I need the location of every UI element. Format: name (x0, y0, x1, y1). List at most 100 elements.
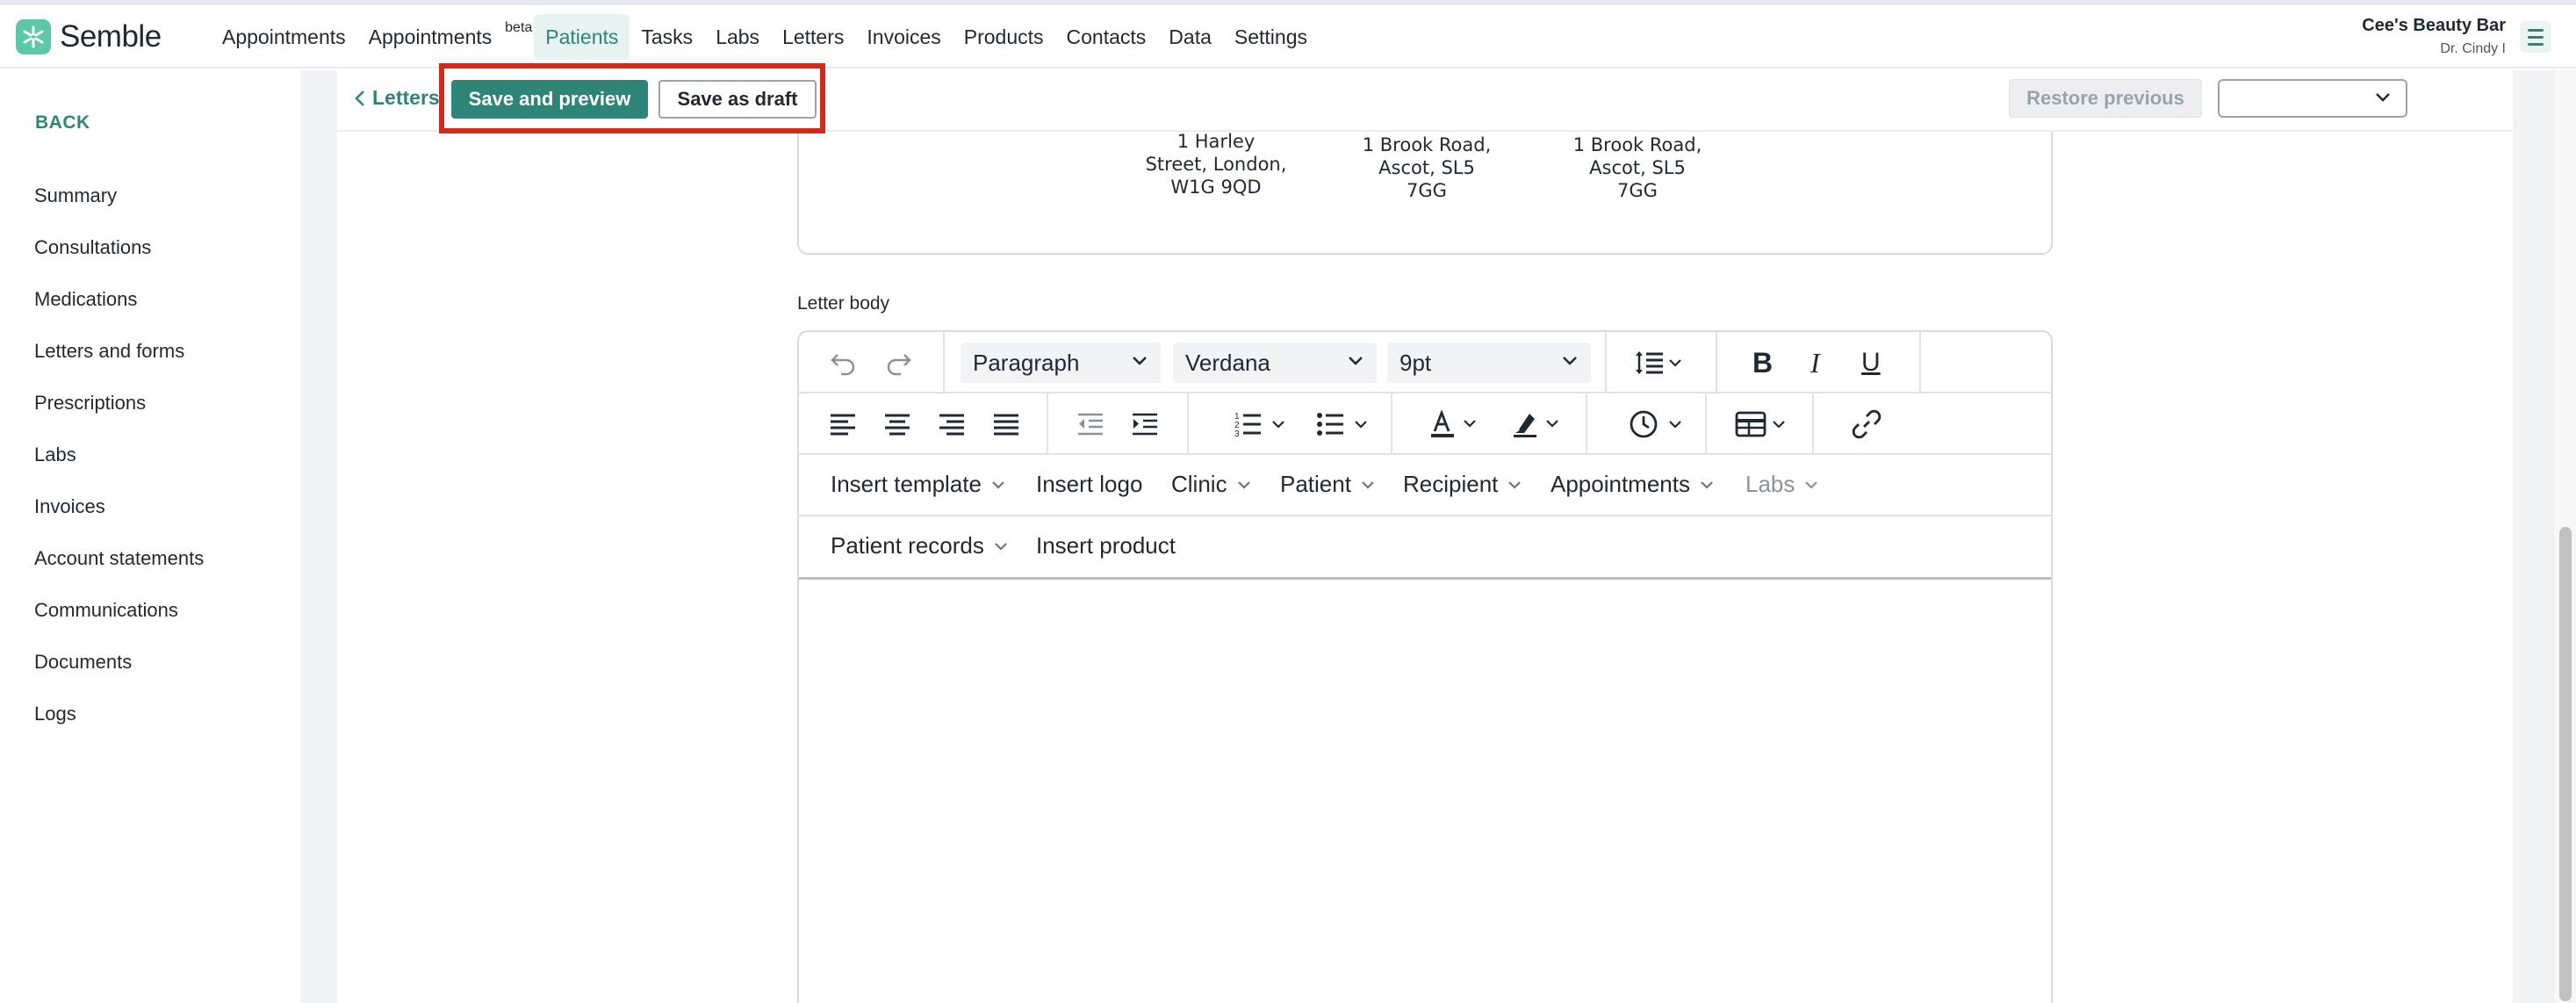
text-color-icon[interactable] (1429, 408, 1486, 440)
font-size-select[interactable]: 9pt (1387, 343, 1591, 383)
nav-invoices[interactable]: Invoices (855, 14, 952, 60)
patient-address: 1 Brook Road, Ascot, SL5 7GG (1362, 134, 1492, 201)
back-link[interactable]: BACK (35, 112, 90, 133)
save-as-draft-button[interactable]: Save as draft (658, 80, 817, 119)
insert-logo-button[interactable]: Insert logo (1036, 471, 1142, 498)
clinic-menu[interactable]: Clinic (1171, 471, 1252, 498)
indent-icon[interactable] (1131, 408, 1159, 440)
chevron-down-icon (995, 542, 1007, 551)
recipient-label: Recipient (1403, 471, 1499, 497)
insert-product-label: Insert product (1036, 532, 1176, 559)
sidebar-item-medications[interactable]: Medications (34, 286, 204, 338)
chevron-down-icon (1508, 480, 1522, 489)
nav-appointments-beta[interactable]: Appointments beta (357, 14, 535, 60)
appointments-label: Appointments (1551, 471, 1690, 497)
table-icon[interactable] (1735, 408, 1796, 440)
sender-address: 1 Harley Street, London, W1G 9QD (1145, 131, 1287, 198)
bold-icon[interactable]: B (1752, 347, 1773, 379)
sidebar-item-labs[interactable]: Labs (34, 442, 204, 494)
patient-menu[interactable]: Patient (1280, 471, 1376, 498)
nav-settings[interactable]: Settings (1223, 14, 1319, 60)
nav-labs[interactable]: Labs (704, 14, 771, 60)
editor-toolbar-row-2: 123 (799, 393, 2051, 455)
insert-product-button[interactable]: Insert product (1036, 532, 1176, 559)
block-format-value: Paragraph (973, 350, 1080, 376)
appointments-menu[interactable]: Appointments (1551, 471, 1715, 498)
patient-label: Patient (1280, 471, 1351, 497)
editor-toolbar-row-1: Paragraph Verdana 9pt B I U (799, 332, 2051, 393)
letter-body-content[interactable] (799, 580, 2051, 1003)
outdent-icon[interactable] (1076, 408, 1105, 440)
undo-icon[interactable] (829, 347, 859, 379)
letter-toolbar: Letters Save and preview Save as draft R… (337, 63, 2513, 133)
align-left-icon[interactable] (831, 408, 857, 440)
bullet-list-icon[interactable] (1317, 408, 1373, 440)
align-right-icon[interactable] (939, 408, 966, 440)
highlight-color-icon[interactable] (1512, 408, 1568, 440)
hamburger-menu-icon[interactable] (2520, 21, 2551, 53)
clinic-label: Clinic (1171, 471, 1227, 497)
nav-patients[interactable]: Patients (534, 14, 630, 60)
save-and-preview-button[interactable]: Save and preview (451, 80, 648, 119)
letters-back-label: Letters (372, 86, 440, 109)
align-justify-icon[interactable] (994, 408, 1020, 440)
version-select[interactable] (2218, 79, 2407, 118)
nav-data[interactable]: Data (1157, 14, 1223, 60)
letter-header-card: 1 Harley Street, London, W1G 9QD 1 Brook… (797, 123, 2053, 255)
nav-products[interactable]: Products (953, 14, 1055, 60)
labs-label: Labs (1745, 471, 1795, 497)
insert-menu-row-1: Insert template Insert logo Clinic Patie… (799, 455, 2051, 516)
chevron-left-icon (355, 90, 364, 106)
sidebar-item-logs[interactable]: Logs (34, 701, 204, 753)
chevron-down-icon (1563, 357, 1577, 365)
nav-letters[interactable]: Letters (771, 14, 855, 60)
chevron-down-icon (992, 480, 1004, 489)
beta-badge: beta (505, 20, 533, 35)
account-user: Dr. Cindy I (2440, 41, 2506, 56)
nav-tasks[interactable]: Tasks (630, 14, 704, 60)
patient-sidebar: BACK Summary Consultations Medications L… (0, 70, 300, 1003)
sidebar-item-prescriptions[interactable]: Prescriptions (34, 390, 204, 442)
link-icon[interactable] (1851, 408, 1882, 440)
chevron-down-icon (1701, 480, 1713, 489)
labs-menu[interactable]: Labs (1745, 471, 1819, 498)
brand-name: Semble (60, 19, 162, 54)
main-nav: Appointments Appointments beta Patients … (211, 5, 1319, 69)
insert-template-menu[interactable]: Insert template (831, 471, 1006, 498)
recipient-menu[interactable]: Recipient (1403, 471, 1522, 498)
insert-menu-row-2: Patient records Insert product (799, 516, 2051, 580)
font-family-select[interactable]: Verdana (1173, 343, 1377, 383)
clock-icon[interactable] (1630, 408, 1691, 440)
patient-records-menu[interactable]: Patient records (831, 532, 1009, 559)
page-scrollbar[interactable] (2553, 70, 2576, 1003)
italic-icon[interactable]: I (1810, 347, 1820, 379)
account-info[interactable]: Cee's Beauty Bar Dr. Cindy I (2362, 16, 2506, 57)
rich-text-editor: Paragraph Verdana 9pt B I U 1 2 3 Insert… (797, 330, 2053, 1003)
letters-back-link[interactable]: Letters (355, 86, 440, 110)
sidebar-item-summary[interactable]: Summary (34, 183, 204, 235)
underline-icon[interactable]: U (1861, 347, 1881, 379)
sidebar-item-letters-and-forms[interactable]: Letters and forms (34, 338, 204, 390)
chevron-down-icon (1349, 357, 1363, 365)
block-format-select[interactable]: Paragraph (961, 343, 1161, 383)
redo-icon[interactable] (883, 347, 913, 379)
nav-contacts[interactable]: Contacts (1055, 14, 1158, 60)
sidebar-item-documents[interactable]: Documents (34, 649, 204, 701)
line-height-icon[interactable] (1633, 347, 1686, 379)
insert-template-label: Insert template (831, 471, 982, 497)
sidebar-item-communications[interactable]: Communications (34, 597, 204, 649)
brand-logo[interactable]: Semble (16, 19, 162, 54)
scrollbar-thumb[interactable] (2559, 527, 2572, 1001)
sidebar-item-account-statements[interactable]: Account statements (34, 545, 204, 597)
svg-text:3: 3 (1234, 429, 1240, 437)
font-family-value: Verdana (1185, 350, 1270, 376)
sidebar-item-invoices[interactable]: Invoices (34, 494, 204, 545)
letter-editor-page: 1 Harley Street, London, W1G 9QD 1 Brook… (337, 63, 2513, 1003)
sidebar-item-consultations[interactable]: Consultations (34, 235, 204, 286)
numbered-list-icon[interactable]: 123 (1234, 408, 1291, 440)
chevron-down-icon (1362, 480, 1374, 489)
align-center-icon[interactable] (885, 408, 911, 440)
chevron-down-icon (1237, 480, 1250, 489)
nav-appointments[interactable]: Appointments (211, 14, 357, 60)
restore-previous-button[interactable]: Restore previous (2009, 79, 2202, 118)
